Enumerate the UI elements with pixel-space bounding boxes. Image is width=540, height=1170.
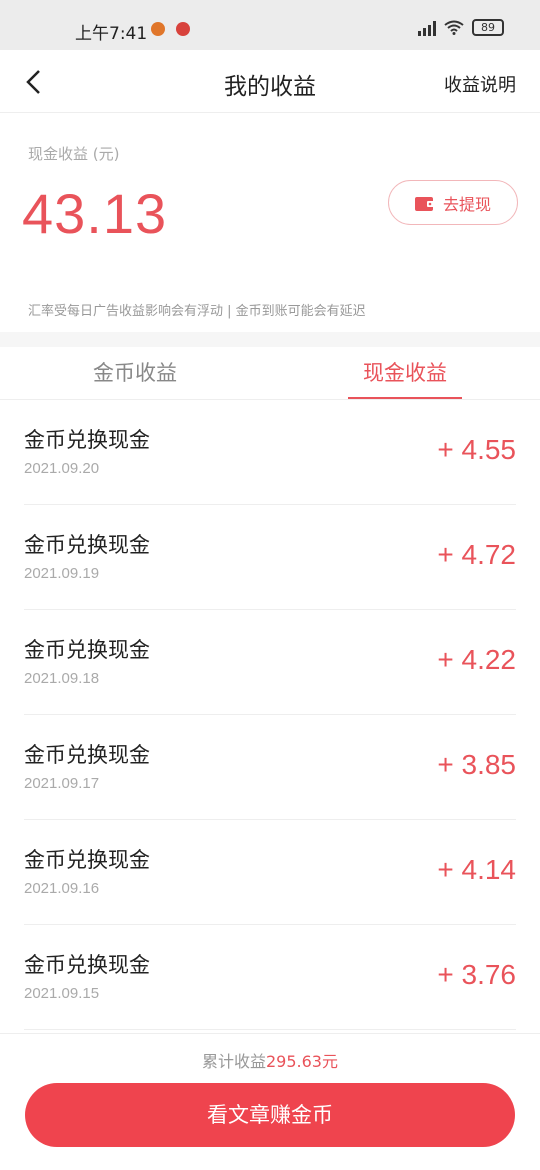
notification-icon [151, 22, 165, 36]
list-item[interactable]: 金币兑换现金 2021.09.20 + 4.55 [24, 400, 516, 505]
record-date: 2021.09.20 [24, 460, 100, 477]
battery-icon: 89 [472, 19, 504, 36]
list-item[interactable]: 金币兑换现金 2021.09.18 + 4.22 [24, 610, 516, 715]
cash-earnings-amount: 43.13 [22, 182, 168, 245]
bottom-bar: 累计收益295.63元 看文章赚金币 [0, 1033, 540, 1170]
record-title: 金币兑换现金 [24, 428, 150, 452]
status-bar: 上午7:41 89 [0, 0, 540, 50]
withdraw-button[interactable]: 去提现 [388, 180, 518, 225]
record-date: 2021.09.19 [24, 565, 100, 582]
record-amount: + 3.76 [437, 959, 516, 990]
list-item[interactable]: 金币兑换现金 2021.09.19 + 4.72 [24, 505, 516, 610]
record-title: 金币兑换现金 [24, 638, 150, 662]
withdraw-label: 去提现 [442, 194, 491, 214]
list-item[interactable]: 金币兑换现金 2021.09.16 + 4.14 [24, 820, 516, 925]
help-link[interactable]: 收益说明 [444, 71, 516, 97]
total-earnings: 累计收益295.63元 [0, 1048, 540, 1072]
total-earnings-label: 累计收益 [201, 1052, 266, 1071]
record-amount: + 3.85 [437, 749, 516, 780]
record-date: 2021.09.18 [24, 670, 100, 687]
cash-earnings-label: 现金收益 (元) [28, 145, 120, 163]
record-date: 2021.09.15 [24, 985, 100, 1002]
status-time: 上午7:41 [75, 24, 148, 44]
signal-icon [418, 20, 436, 36]
record-title: 金币兑换现金 [24, 953, 150, 977]
record-date: 2021.09.17 [24, 775, 100, 792]
nav-bar: 我的收益 收益说明 [0, 50, 540, 113]
wifi-icon [444, 20, 464, 35]
earnings-tabs: 金币收益 现金收益 [0, 347, 540, 400]
status-indicators: 89 [418, 19, 504, 36]
record-title: 金币兑换现金 [24, 743, 150, 767]
exchange-rate-note: 汇率受每日广告收益影响会有浮动 | 金币到账可能会有延迟 [28, 304, 366, 319]
tab-cash-earnings[interactable]: 现金收益 [270, 347, 540, 399]
record-title: 金币兑换现金 [24, 848, 150, 872]
record-amount: + 4.22 [437, 644, 516, 675]
list-item[interactable]: 金币兑换现金 2021.09.17 + 3.85 [24, 715, 516, 820]
section-divider [0, 332, 540, 347]
record-amount: + 4.14 [437, 854, 516, 885]
record-list: 金币兑换现金 2021.09.20 + 4.55 金币兑换现金 2021.09.… [0, 400, 540, 1030]
record-amount: + 4.55 [437, 434, 516, 465]
read-articles-button[interactable]: 看文章赚金币 [25, 1083, 515, 1147]
list-item[interactable]: 金币兑换现金 2021.09.15 + 3.76 [24, 925, 516, 1030]
tab-coin-earnings[interactable]: 金币收益 [0, 347, 270, 399]
record-amount: + 4.72 [437, 539, 516, 570]
wallet-icon [414, 196, 435, 211]
record-title: 金币兑换现金 [24, 533, 150, 557]
earnings-summary: 现金收益 (元) 43.13 去提现 汇率受每日广告收益影响会有浮动 | 金币到… [0, 113, 540, 332]
notification-icon [176, 22, 190, 36]
record-date: 2021.09.16 [24, 880, 100, 897]
total-earnings-value: 295.63元 [266, 1052, 338, 1071]
